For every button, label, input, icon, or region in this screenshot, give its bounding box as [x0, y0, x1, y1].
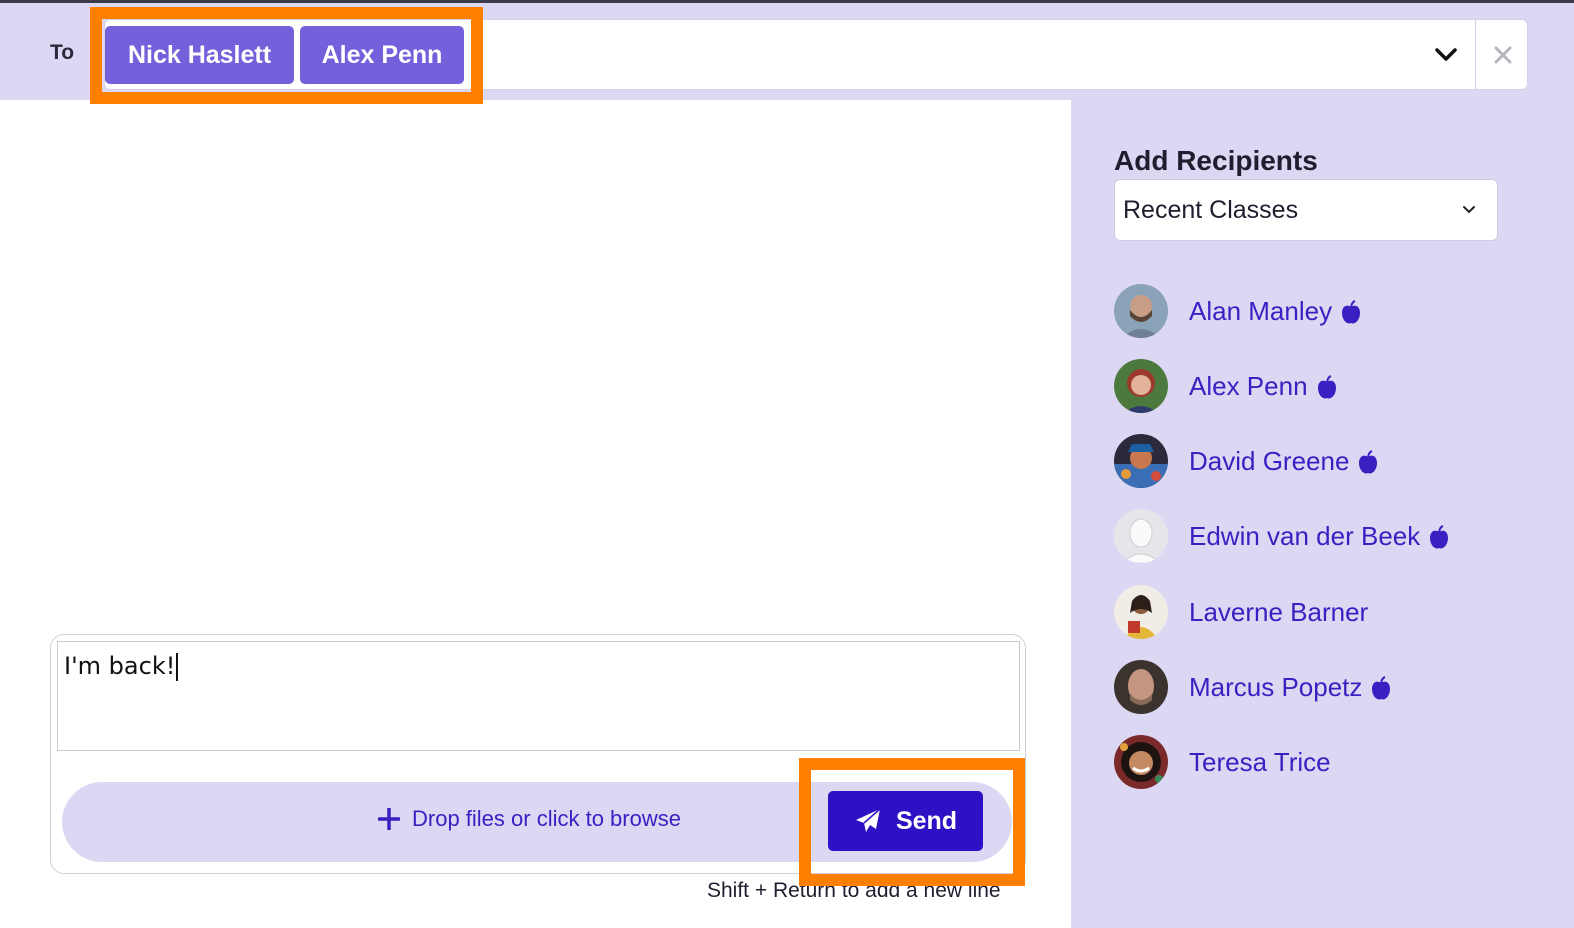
message-input[interactable]: I'm back!: [57, 641, 1020, 751]
recipient-option[interactable]: David Greene: [1114, 434, 1534, 488]
recipient-name: Edwin van der Beek: [1189, 521, 1450, 552]
avatar: [1114, 434, 1168, 488]
apple-icon: [1359, 450, 1378, 474]
recipient-option[interactable]: Laverne Barner: [1114, 585, 1534, 639]
recipient-option[interactable]: Marcus Popetz: [1114, 660, 1534, 714]
avatar: [1114, 735, 1168, 789]
recipient-option[interactable]: Alex Penn: [1114, 359, 1534, 413]
apple-icon: [1430, 525, 1449, 549]
plus-icon: [378, 808, 400, 830]
avatar: [1114, 509, 1168, 563]
avatar: [1114, 359, 1168, 413]
recipient-name: Laverne Barner: [1189, 597, 1369, 627]
to-label: To: [50, 41, 75, 64]
recipient-option[interactable]: Alan Manley: [1114, 284, 1534, 338]
annotation-highlight-recipients: [90, 7, 483, 104]
avatar: [1114, 284, 1168, 338]
avatar: [1114, 585, 1168, 639]
chevron-down-icon: [1463, 206, 1475, 214]
recipient-name: David Greene: [1189, 446, 1379, 477]
message-text: I'm back!: [64, 652, 176, 680]
recipient-option[interactable]: Edwin van der Beek: [1114, 509, 1534, 563]
divider: [1475, 20, 1476, 89]
recipient-group-select[interactable]: Recent Classes: [1114, 179, 1498, 241]
avatar: [1114, 660, 1168, 714]
close-icon: [1494, 46, 1512, 63]
panel-title: Add Recipients: [1114, 145, 1318, 176]
apple-icon: [1372, 676, 1391, 700]
recipient-option[interactable]: Teresa Trice: [1114, 735, 1534, 789]
select-value: Recent Classes: [1123, 196, 1299, 224]
apple-icon: [1342, 300, 1361, 324]
annotation-highlight-send: [799, 758, 1025, 886]
clear-recipients-button[interactable]: [1477, 20, 1529, 89]
text-caret: [176, 653, 179, 681]
add-recipients-panel: Add Recipients Recent Classes Alan Manle…: [1071, 100, 1574, 928]
chevron-down-icon[interactable]: [1431, 40, 1461, 70]
recipient-name: Marcus Popetz: [1189, 672, 1392, 703]
apple-icon: [1317, 375, 1336, 399]
recipient-name: Alex Penn: [1189, 371, 1338, 402]
recipient-name: Alan Manley: [1189, 296, 1362, 327]
dropzone-label: Drop files or click to browse: [412, 806, 681, 831]
recipient-name: Teresa Trice: [1189, 747, 1331, 777]
